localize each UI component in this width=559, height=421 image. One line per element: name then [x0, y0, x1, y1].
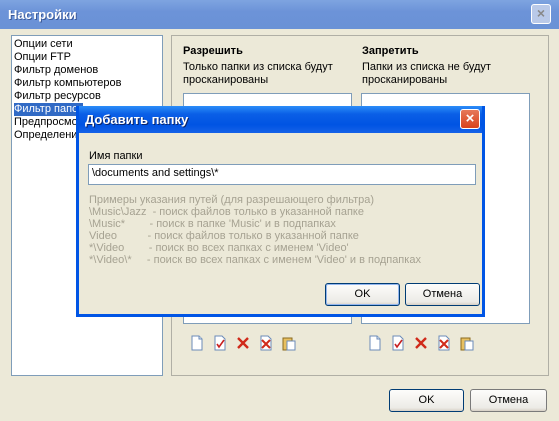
examples-heading: Примеры указания путей (для разрешающего…: [89, 194, 375, 206]
cancel-button[interactable]: Отмена: [470, 389, 547, 412]
allow-header: Разрешить: [183, 45, 243, 57]
new-icon[interactable]: [367, 335, 383, 351]
example-line: *\Video\* - поиск во всех папках с имене…: [89, 254, 421, 266]
edit-icon[interactable]: [212, 335, 228, 351]
sidebar-item-detection[interactable]: Определение: [14, 129, 84, 142]
sidebar-item-resource-filter[interactable]: Фильтр ресурсов: [14, 90, 101, 103]
example-line: Video - поиск файлов только в указанной …: [89, 230, 359, 242]
ok-button[interactable]: OK: [389, 389, 464, 412]
deny-description-line1: Папки из списка не будут: [362, 61, 491, 73]
sidebar-item-computer-filter[interactable]: Фильтр компьютеров: [14, 77, 121, 90]
allow-description-line2: просканированы: [183, 74, 269, 86]
sidebar-item-folder-filter[interactable]: Фильтр папок: [14, 103, 83, 116]
example-line: \Music* - поиск в папке 'Music' и в подп…: [89, 218, 336, 230]
delete-icon[interactable]: [413, 335, 429, 351]
deny-header: Запретить: [362, 45, 419, 57]
deny-toolbar: [367, 335, 487, 353]
example-line: \Music\Jazz - поиск файлов только в указ…: [89, 206, 364, 218]
folder-name-input[interactable]: \documents and settings\*: [88, 164, 476, 185]
clear-icon[interactable]: [258, 335, 274, 351]
paste-icon[interactable]: [281, 335, 297, 351]
dialog-ok-button[interactable]: OK: [325, 283, 400, 306]
sidebar-item-network[interactable]: Опции сети: [14, 38, 73, 51]
delete-icon[interactable]: [235, 335, 251, 351]
dialog-close-icon[interactable]: ×: [460, 109, 480, 129]
paste-icon[interactable]: [459, 335, 475, 351]
add-folder-dialog: Добавить папку × Имя папки \documents an…: [76, 106, 485, 317]
example-line: *\Video - поиск во всех папках с именем …: [89, 242, 349, 254]
allow-toolbar: [189, 335, 309, 353]
sidebar-item-ftp[interactable]: Опции FTP: [14, 51, 71, 64]
dialog-cancel-button[interactable]: Отмена: [405, 283, 480, 306]
dialog-title: Добавить папку: [85, 112, 189, 127]
folder-name-label: Имя папки: [89, 150, 143, 162]
allow-description-line1: Только папки из списка будут: [183, 61, 333, 73]
sidebar-item-domain-filter[interactable]: Фильтр доменов: [14, 64, 98, 77]
close-icon[interactable]: ×: [531, 4, 551, 24]
deny-description-line2: просканированы: [362, 74, 448, 86]
title-bar[interactable]: Настройки ×: [0, 0, 559, 29]
new-icon[interactable]: [189, 335, 205, 351]
dialog-title-bar[interactable]: Добавить папку ×: [79, 106, 482, 133]
window-title: Настройки: [8, 7, 77, 22]
edit-icon[interactable]: [390, 335, 406, 351]
clear-icon[interactable]: [436, 335, 452, 351]
